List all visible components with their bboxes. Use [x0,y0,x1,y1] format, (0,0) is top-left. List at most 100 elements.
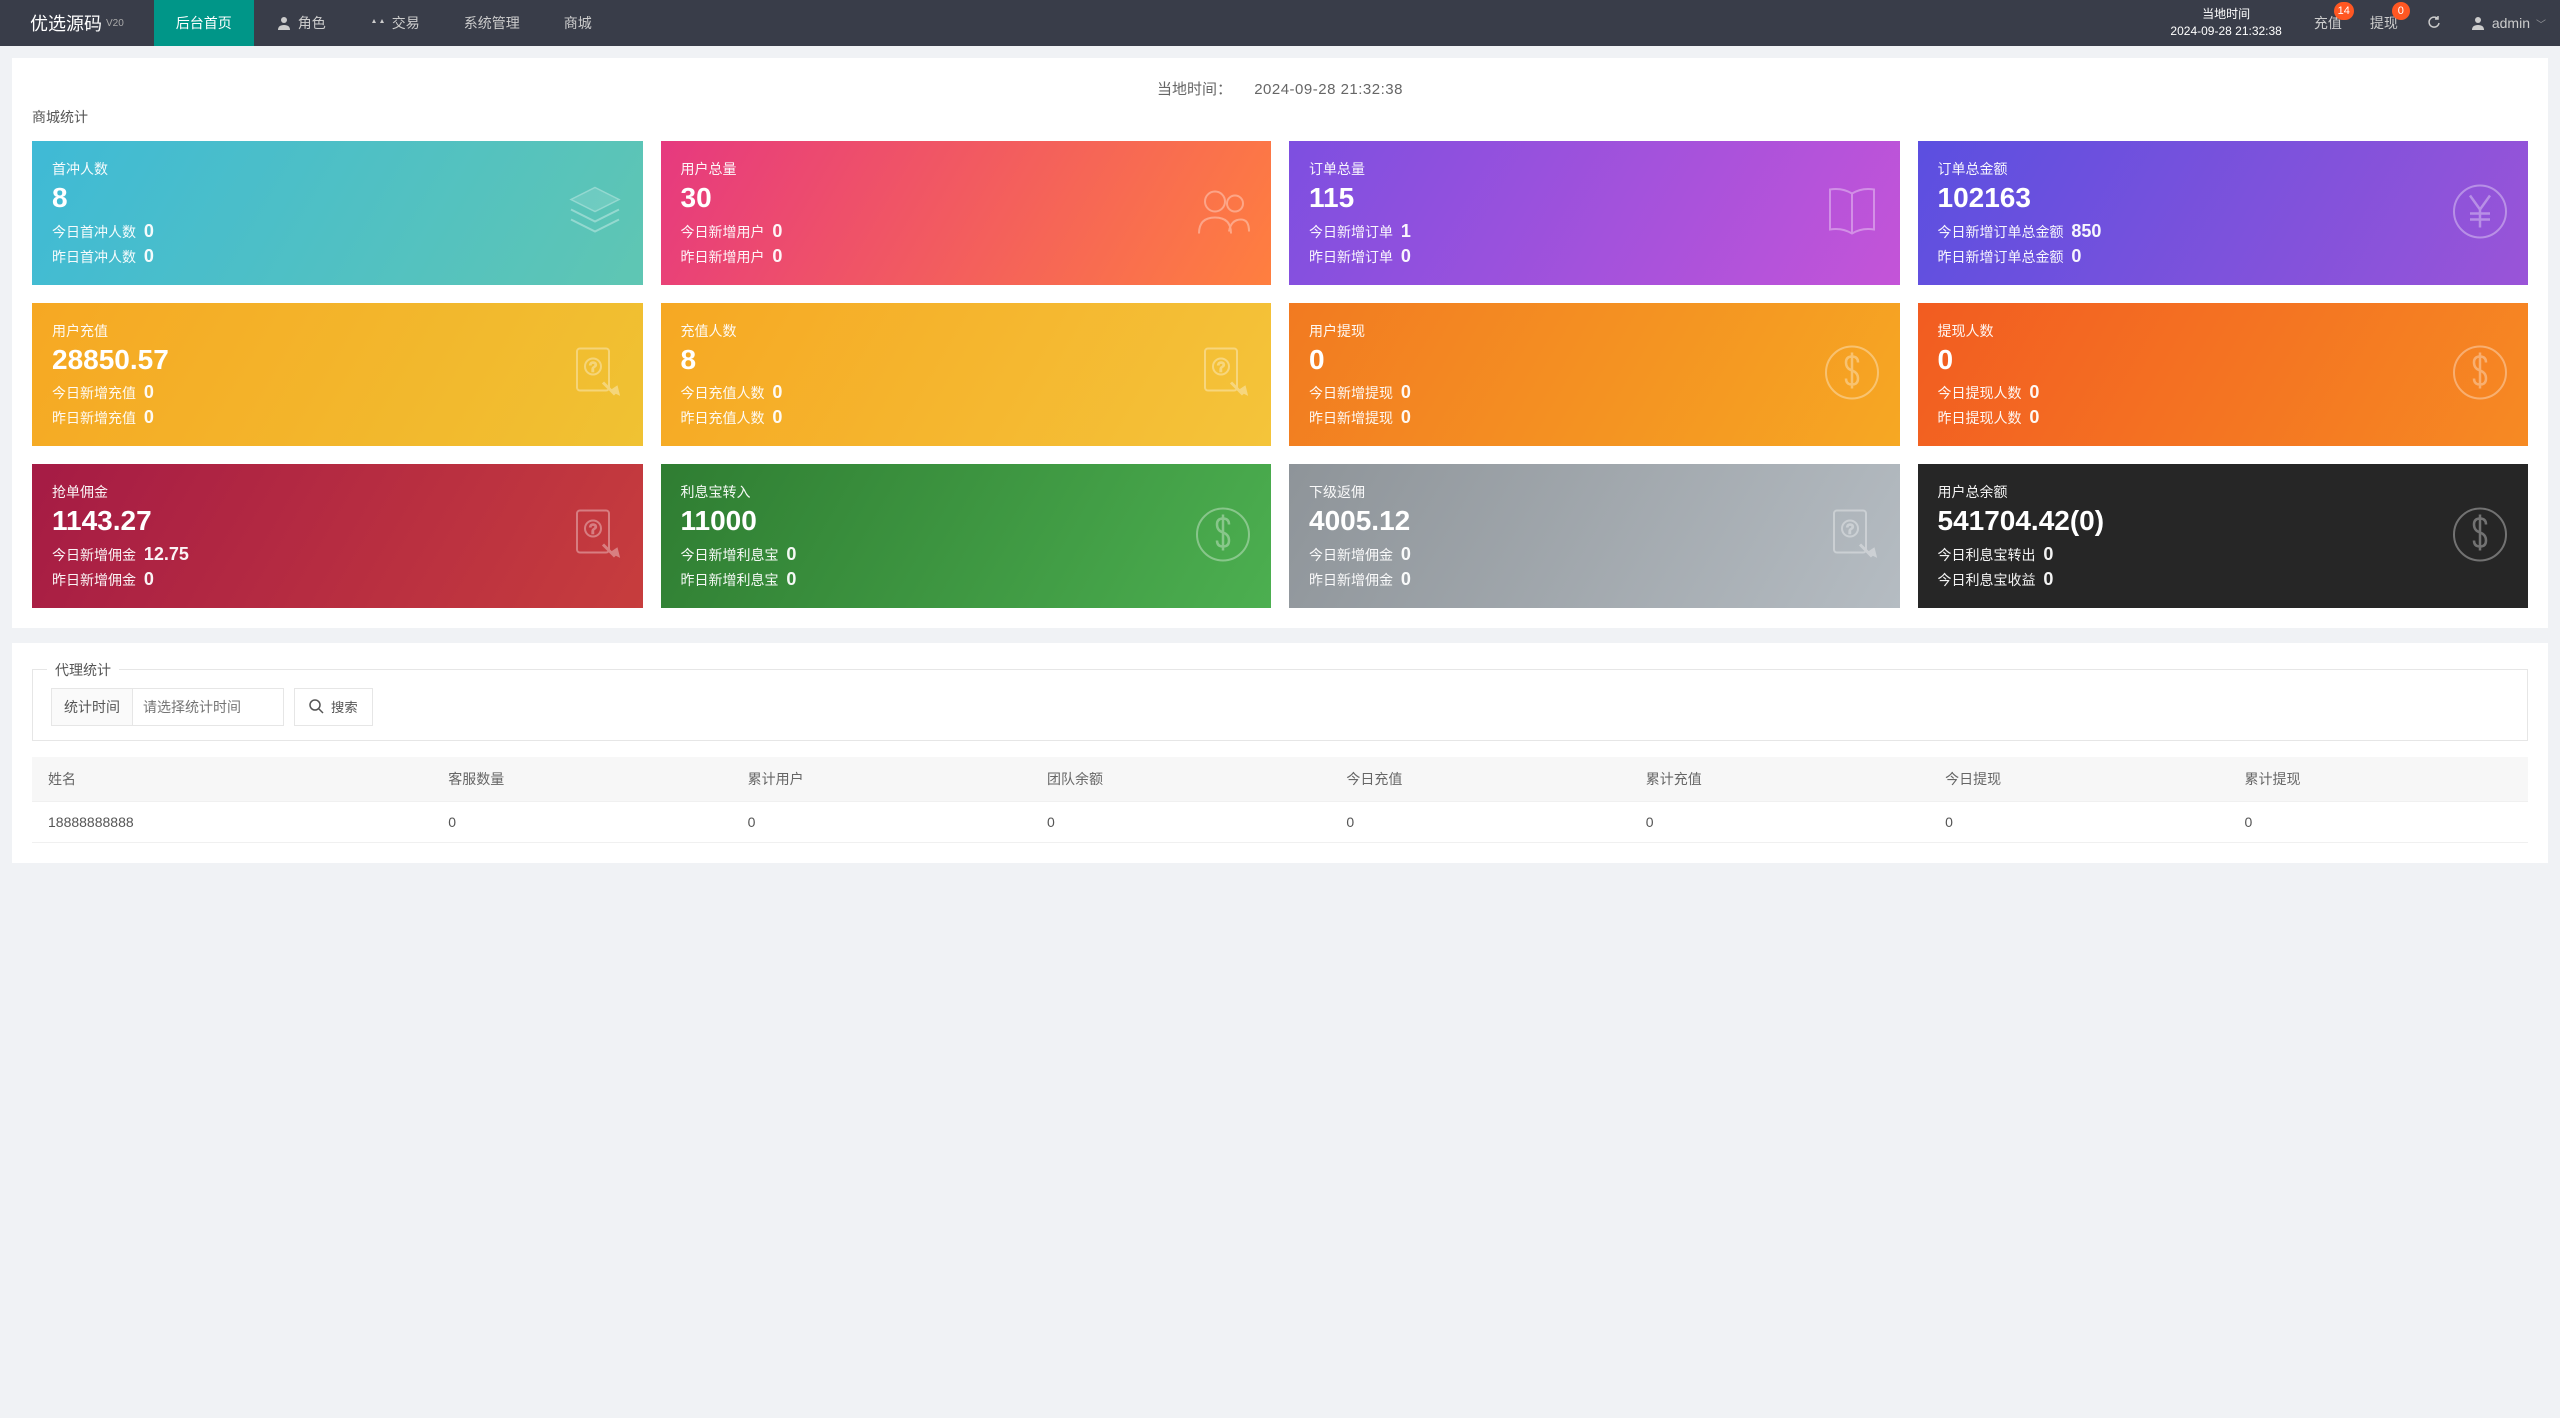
nav-recharge[interactable]: 充值 14 [2300,0,2356,46]
card-value: 8 [681,343,1252,377]
card-row-yesterday: 昨日新增订单总金额 0 [1938,246,2509,267]
card-row-yesterday: 昨日提现人数 0 [1938,407,2509,428]
table-cell: 18888888888 [32,801,432,842]
card-value: 0 [1938,343,2509,377]
card-title: 提现人数 [1938,321,2509,341]
table-header-cell: 累计充值 [1630,757,1929,802]
table-header-cell: 今日充值 [1330,757,1629,802]
nav-item-0[interactable]: 后台首页 [154,0,254,46]
table-header-row: 姓名客服数量累计用户团队余额今日充值累计充值今日提现累计提现 [32,757,2528,802]
table-cell: 0 [732,801,1031,842]
card-row-today: 今日新增佣金 12.75 [52,544,623,565]
users-icon [1193,181,1253,244]
nav-right: 当地时间 2024-09-28 21:32:38 充值 14 提现 0 admi… [2152,0,2560,46]
card-value: 541704.42(0) [1938,504,2509,538]
card-row-yesterday: 昨日新增订单 0 [1309,246,1880,267]
card-value: 0 [1309,343,1880,377]
stat-card-8: 抢单佣金1143.27 今日新增佣金 12.75 昨日新增佣金 0 [32,464,643,608]
card-title: 利息宝转入 [681,482,1252,502]
card-row-today: 今日新增提现 0 [1309,382,1880,403]
card-row-today: 今日新增充值 0 [52,382,623,403]
card-row-today: 今日充值人数 0 [681,382,1252,403]
search-icon [309,699,325,715]
card-title: 首冲人数 [52,159,623,179]
card-value: 1143.27 [52,504,623,538]
card-row-today: 今日新增利息宝 0 [681,544,1252,565]
card-value: 4005.12 [1309,504,1880,538]
nav-withdraw-badge: 0 [2392,2,2410,20]
card-row-yesterday: 昨日新增充值 0 [52,407,623,428]
table-header-cell: 团队余额 [1031,757,1330,802]
stats-panel: 当地时间： 2024-09-28 21:32:38 商城统计 首冲人数8今日首冲… [12,58,2548,628]
layers-icon [565,181,625,244]
doc-icon [1193,343,1253,406]
nav-item-label: 交易 [392,13,420,33]
nav-item-label: 商城 [564,13,592,33]
nav-time-label: 当地时间 [2202,6,2250,23]
nav-recharge-badge: 14 [2334,2,2354,20]
stat-card-1: 用户总量30今日新增用户 0昨日新增用户 0 [661,141,1272,285]
stat-card-3: 订单总金额102163今日新增订单总金额 850昨日新增订单总金额 0 [1918,141,2529,285]
table-header-cell: 累计提现 [2229,757,2528,802]
agent-filter: 统计时间 搜索 [51,688,2509,726]
card-title: 订单总金额 [1938,159,2509,179]
nav-icon [370,15,386,31]
doc-icon [565,343,625,406]
card-row-yesterday: 昨日首冲人数 0 [52,246,623,267]
dollar-icon [2450,504,2510,567]
card-row-today: 今日新增订单 1 [1309,221,1880,242]
card-title: 用户总余额 [1938,482,2509,502]
card-row-yesterday: 昨日新增佣金 0 [52,569,623,590]
stat-card-6: 用户提现0今日新增提现 0昨日新增提现 0 [1289,303,1900,447]
nav-item-2[interactable]: 交易 [348,0,442,46]
stat-time-input[interactable] [133,689,283,725]
brand-version: V20 [106,18,124,29]
card-grid: 首冲人数8今日首冲人数 0昨日首冲人数 0用户总量30今日新增用户 0昨日新增用… [32,141,2528,608]
nav-icon [276,15,292,31]
card-row-today: 今日新增用户 0 [681,221,1252,242]
table-header-cell: 客服数量 [432,757,731,802]
chevron-down-icon: ﹀ [2536,16,2546,31]
table-cell: 0 [1630,801,1929,842]
card-value: 11000 [681,504,1252,538]
stat-card-10: 下级返佣4005.12今日新增佣金 0昨日新增佣金 0 [1289,464,1900,608]
refresh-icon [2426,15,2442,31]
stat-time-label: 统计时间 [52,689,133,725]
nav-refresh[interactable] [2412,0,2456,46]
stat-card-7: 提现人数0 今日提现人数 0 昨日提现人数 0 [1918,303,2529,447]
stat-card-0: 首冲人数8今日首冲人数 0昨日首冲人数 0 [32,141,643,285]
agent-fieldset: 代理统计 统计时间 搜索 [32,669,2528,741]
card-title: 订单总量 [1309,159,1880,179]
brand: 优选源码 V20 [0,0,154,46]
table-cell: 0 [1031,801,1330,842]
nav-item-3[interactable]: 系统管理 [442,0,542,46]
dollar-icon [2450,343,2510,406]
stat-card-11: 用户总余额541704.42(0)今日利息宝转出 0今日利息宝收益 0 [1918,464,2529,608]
table-header-cell: 累计用户 [732,757,1031,802]
book-icon [1822,181,1882,244]
nav-time-value: 2024-09-28 21:32:38 [2170,23,2281,40]
dollar-icon [1822,343,1882,406]
card-row-today: 今日利息宝转出 0 [1938,544,2509,565]
stat-card-9: 利息宝转入11000今日新增利息宝 0昨日新增利息宝 0 [661,464,1272,608]
agent-table: 姓名客服数量累计用户团队余额今日充值累计充值今日提现累计提现 188888888… [32,757,2528,843]
page: 当地时间： 2024-09-28 21:32:38 商城统计 首冲人数8今日首冲… [0,46,2560,890]
nav-item-label: 后台首页 [176,13,232,33]
agent-legend: 代理统计 [47,660,119,680]
brand-name: 优选源码 [30,10,102,36]
table-header-cell: 今日提现 [1929,757,2228,802]
nav-item-4[interactable]: 商城 [542,0,614,46]
card-title: 抢单佣金 [52,482,623,502]
local-time-value: 2024-09-28 21:32:38 [1254,81,1403,98]
nav-item-label: 角色 [298,13,326,33]
card-row-today: 今日提现人数 0 [1938,382,2509,403]
local-time-label: 当地时间： [1157,81,1232,98]
card-title: 用户充值 [52,321,623,341]
card-value: 115 [1309,181,1880,215]
nav-item-1[interactable]: 角色 [254,0,348,46]
nav-user[interactable]: admin ﹀ [2456,0,2560,46]
search-button[interactable]: 搜索 [294,688,373,726]
nav-withdraw[interactable]: 提现 0 [2356,0,2412,46]
table-cell: 0 [2229,801,2528,842]
card-value: 8 [52,181,623,215]
